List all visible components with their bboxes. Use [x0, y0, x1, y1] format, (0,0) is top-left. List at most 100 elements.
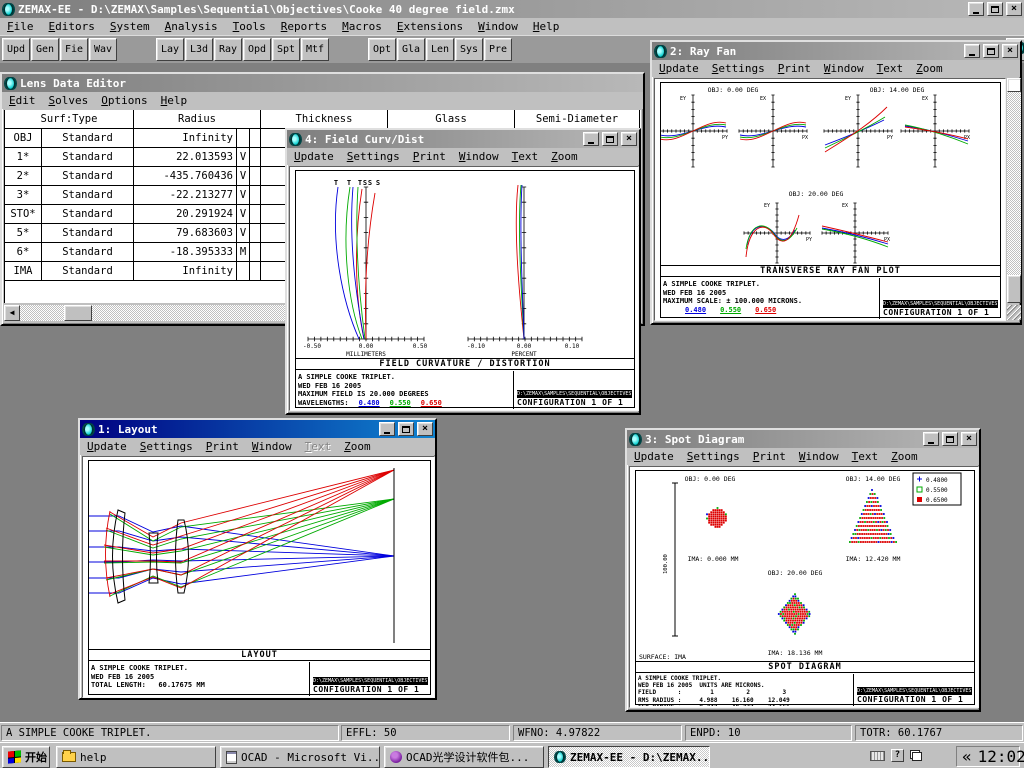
menu-tools[interactable]: Tools: [233, 20, 266, 33]
fieldcurv-titlebar[interactable]: 4: Field Curv/Dist ×: [287, 130, 639, 148]
menu-system[interactable]: System: [110, 20, 150, 33]
toolbar-opt-button[interactable]: Opt: [368, 38, 396, 61]
toolbar-fie-button[interactable]: Fie: [60, 38, 88, 61]
tray-collapse-chevron[interactable]: «: [962, 747, 972, 766]
lde-surf-cell[interactable]: 5*: [5, 224, 42, 243]
lde-menu-solves[interactable]: Solves: [49, 94, 89, 107]
help-tray-icon[interactable]: ?: [891, 749, 904, 762]
lde-radius-flag-cell[interactable]: V: [237, 148, 250, 167]
lde-type-cell[interactable]: Standard: [42, 224, 134, 243]
menu-window[interactable]: Window: [478, 20, 518, 33]
lde-col-glass[interactable]: Glass: [388, 110, 515, 129]
lde-surf-cell[interactable]: OBJ: [5, 129, 42, 148]
lde-radius-pad-cell[interactable]: [250, 186, 261, 205]
lde-radius-pad-cell[interactable]: [250, 129, 261, 148]
lde-radius-cell[interactable]: 20.291924: [134, 205, 237, 224]
toolbar-spt-button[interactable]: Spt: [272, 38, 300, 61]
fieldcurv-maximize-button[interactable]: [602, 132, 618, 146]
spot-close-button[interactable]: ×: [961, 432, 977, 446]
toolbar-gen-button[interactable]: Gen: [31, 38, 59, 61]
lde-radius-cell[interactable]: 22.013593: [134, 148, 237, 167]
lde-radius-cell[interactable]: 79.683603: [134, 224, 237, 243]
layout-maximize-button[interactable]: [398, 422, 414, 436]
toolbar-len-button[interactable]: Len: [426, 38, 454, 61]
fieldcurv-menu-settings[interactable]: Settings: [347, 150, 400, 163]
layout-menu-text[interactable]: Text: [305, 440, 332, 453]
lde-radius-flag-cell[interactable]: V: [237, 186, 250, 205]
toolbar-sys-button[interactable]: Sys: [455, 38, 483, 61]
scroll-up-button[interactable]: [1007, 78, 1021, 92]
task-help[interactable]: help: [56, 746, 216, 768]
lde-col-surftype[interactable]: Surf:Type: [5, 110, 134, 129]
main-titlebar[interactable]: ZEMAX-EE - D:\ZEMAX\Samples\Sequential\O…: [0, 0, 1024, 18]
lde-col-thickness[interactable]: Thickness: [261, 110, 388, 129]
lde-type-cell[interactable]: Standard: [42, 129, 134, 148]
layout-menu-zoom[interactable]: Zoom: [344, 440, 371, 453]
lde-radius-pad-cell[interactable]: [250, 205, 261, 224]
lde-menu-edit[interactable]: Edit: [9, 94, 36, 107]
windows-tray-icon[interactable]: [910, 750, 922, 761]
task-ocad-software[interactable]: OCAD光学设计软件包...: [384, 746, 544, 768]
main-minimize-button[interactable]: [968, 2, 984, 16]
toolbar-gla-button[interactable]: Gla: [397, 38, 425, 61]
lde-radius-pad-cell[interactable]: [250, 167, 261, 186]
lde-radius-flag-cell[interactable]: [237, 129, 250, 148]
spot-menu-update[interactable]: Update: [634, 450, 674, 463]
toolbar-opd-button[interactable]: Opd: [243, 38, 271, 61]
layout-minimize-button[interactable]: [379, 422, 395, 436]
toolbar-lay-button[interactable]: Lay: [156, 38, 184, 61]
lde-radius-cell[interactable]: Infinity: [134, 262, 237, 281]
fieldcurv-menu-window[interactable]: Window: [459, 150, 499, 163]
lde-type-cell[interactable]: Standard: [42, 243, 134, 262]
lde-radius-pad-cell[interactable]: [250, 224, 261, 243]
menu-editors[interactable]: Editors: [49, 20, 95, 33]
lde-titlebar[interactable]: Lens Data Editor: [2, 74, 643, 92]
rayfan-menu-settings[interactable]: Settings: [712, 62, 765, 75]
lde-radius-pad-cell[interactable]: [250, 148, 261, 167]
task-zemax[interactable]: ZEMAX-EE - D:\ZEMAX...: [548, 746, 710, 768]
menu-extensions[interactable]: Extensions: [397, 20, 463, 33]
fieldcurv-menu-print[interactable]: Print: [413, 150, 446, 163]
spot-menu-print[interactable]: Print: [753, 450, 786, 463]
task-ocad-word[interactable]: OCAD - Microsoft Vi...: [220, 746, 380, 768]
toolbar-upd-button[interactable]: Upd: [2, 38, 30, 61]
rayfan-minimize-button[interactable]: [964, 44, 980, 58]
toolbar-wav-button[interactable]: Wav: [89, 38, 117, 61]
resize-grip[interactable]: [1007, 305, 1021, 320]
lde-radius-flag-cell[interactable]: M: [237, 243, 250, 262]
fieldcurv-menu-zoom[interactable]: Zoom: [551, 150, 578, 163]
spot-menu-text[interactable]: Text: [852, 450, 879, 463]
spot-titlebar[interactable]: 3: Spot Diagram ×: [627, 430, 979, 448]
layout-menu-settings[interactable]: Settings: [140, 440, 193, 453]
lde-col-radius[interactable]: Radius: [134, 110, 261, 129]
lde-surf-cell[interactable]: 3*: [5, 186, 42, 205]
rayfan-menu-print[interactable]: Print: [778, 62, 811, 75]
lde-type-cell[interactable]: Standard: [42, 167, 134, 186]
layout-close-button[interactable]: ×: [417, 422, 433, 436]
lde-menu-help[interactable]: Help: [161, 94, 188, 107]
layout-titlebar[interactable]: 1: Layout ×: [80, 420, 435, 438]
lde-col-semidiameter[interactable]: Semi-Diameter: [515, 110, 640, 129]
spot-maximize-button[interactable]: [942, 432, 958, 446]
rayfan-menu-text[interactable]: Text: [877, 62, 904, 75]
rayfan-titlebar[interactable]: 2: Ray Fan ×: [652, 42, 1020, 60]
rayfan-menu-window[interactable]: Window: [824, 62, 864, 75]
menu-help[interactable]: Help: [533, 20, 560, 33]
scroll-left-button[interactable]: ◀: [4, 305, 20, 321]
rayfan-menu-zoom[interactable]: Zoom: [916, 62, 943, 75]
toolbar-mtf-button[interactable]: Mtf: [301, 38, 329, 61]
lde-radius-pad-cell[interactable]: [250, 262, 261, 281]
lde-radius-cell[interactable]: Infinity: [134, 129, 237, 148]
zemax-app-icon[interactable]: [2, 3, 15, 16]
lde-radius-flag-cell[interactable]: [237, 262, 250, 281]
layout-menu-update[interactable]: Update: [87, 440, 127, 453]
lde-radius-flag-cell[interactable]: V: [237, 167, 250, 186]
lde-menu-options[interactable]: Options: [101, 94, 147, 107]
fieldcurv-close-button[interactable]: ×: [621, 132, 637, 146]
menu-file[interactable]: File: [7, 20, 34, 33]
lde-surf-cell[interactable]: STO*: [5, 205, 42, 224]
lde-type-cell[interactable]: Standard: [42, 262, 134, 281]
rayfan-scroll-track[interactable]: [1007, 92, 1021, 275]
toolbar-pre-button[interactable]: Pre: [484, 38, 512, 61]
layout-menu-window[interactable]: Window: [252, 440, 292, 453]
